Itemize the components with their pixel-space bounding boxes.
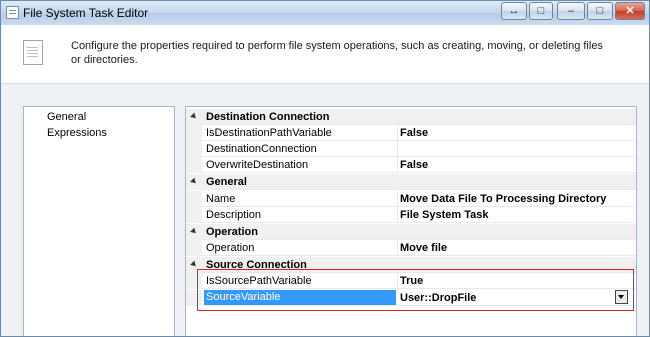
property-value[interactable]: Move Data File To Processing Directory bbox=[400, 192, 606, 206]
property-name: OverwriteDestination bbox=[206, 159, 309, 171]
property-value[interactable]: File System Task bbox=[400, 208, 488, 222]
minimize-button[interactable]: – bbox=[557, 2, 585, 20]
property-name: Operation bbox=[206, 242, 255, 254]
category-operation[interactable]: Operation bbox=[186, 224, 636, 240]
file-system-task-editor-window: File System Task Editor ↔ □ – □ ✕ Config… bbox=[0, 0, 650, 337]
nav-item-expressions[interactable]: Expressions bbox=[47, 126, 107, 140]
switch-window-button[interactable]: ↔ bbox=[501, 2, 527, 20]
close-button[interactable]: ✕ bbox=[615, 2, 645, 20]
restore-button[interactable]: □ bbox=[529, 2, 553, 20]
property-row-description[interactable]: Description File System Task bbox=[186, 207, 636, 223]
document-icon bbox=[19, 36, 43, 65]
property-name: SourceVariable bbox=[204, 290, 396, 305]
window-title: File System Task Editor bbox=[23, 6, 149, 20]
property-value[interactable]: Move file bbox=[400, 241, 447, 255]
page-navigation-list: General Expressions bbox=[23, 106, 175, 336]
property-value[interactable]: False bbox=[400, 126, 428, 140]
property-row-name[interactable]: Name Move Data File To Processing Direct… bbox=[186, 191, 636, 207]
property-name: IsSourcePathVariable bbox=[206, 275, 312, 287]
dropdown-arrow-icon[interactable] bbox=[615, 290, 628, 304]
property-value[interactable]: False bbox=[400, 158, 428, 172]
category-label: General bbox=[206, 176, 247, 188]
property-value[interactable]: True bbox=[400, 274, 423, 288]
nav-item-general[interactable]: General bbox=[47, 110, 86, 124]
title-bar[interactable]: File System Task Editor ↔ □ – □ ✕ bbox=[1, 1, 649, 25]
property-row-isdestinationpathvariable[interactable]: IsDestinationPathVariable False bbox=[186, 125, 636, 141]
category-label: Source Connection bbox=[206, 259, 307, 271]
property-row-sourcevariable[interactable]: SourceVariable User::DropFile bbox=[186, 290, 636, 306]
maximize-button[interactable]: □ bbox=[587, 2, 613, 20]
property-name: Description bbox=[206, 209, 262, 221]
category-general[interactable]: General bbox=[186, 174, 636, 190]
category-destination-connection[interactable]: Destination Connection bbox=[186, 109, 636, 125]
property-value[interactable]: User::DropFile bbox=[400, 291, 476, 305]
dialog-header: Configure the properties required to per… bbox=[1, 25, 649, 84]
category-source-connection[interactable]: Source Connection bbox=[186, 257, 636, 273]
category-label: Operation bbox=[206, 226, 258, 238]
category-label: Destination Connection bbox=[206, 111, 330, 123]
property-name: Name bbox=[206, 193, 236, 205]
property-row-issourcepathvariable[interactable]: IsSourcePathVariable True bbox=[186, 273, 636, 289]
property-row-destinationconnection[interactable]: DestinationConnection bbox=[186, 141, 636, 157]
window-icon bbox=[6, 6, 19, 19]
property-grid: Destination Connection IsDestinationPath… bbox=[185, 106, 637, 336]
property-name: IsDestinationPathVariable bbox=[206, 127, 332, 139]
header-description: Configure the properties required to per… bbox=[71, 40, 603, 66]
property-name: DestinationConnection bbox=[206, 143, 317, 155]
property-row-overwritedestination[interactable]: OverwriteDestination False bbox=[186, 157, 636, 173]
property-row-operation[interactable]: Operation Move file bbox=[186, 240, 636, 256]
